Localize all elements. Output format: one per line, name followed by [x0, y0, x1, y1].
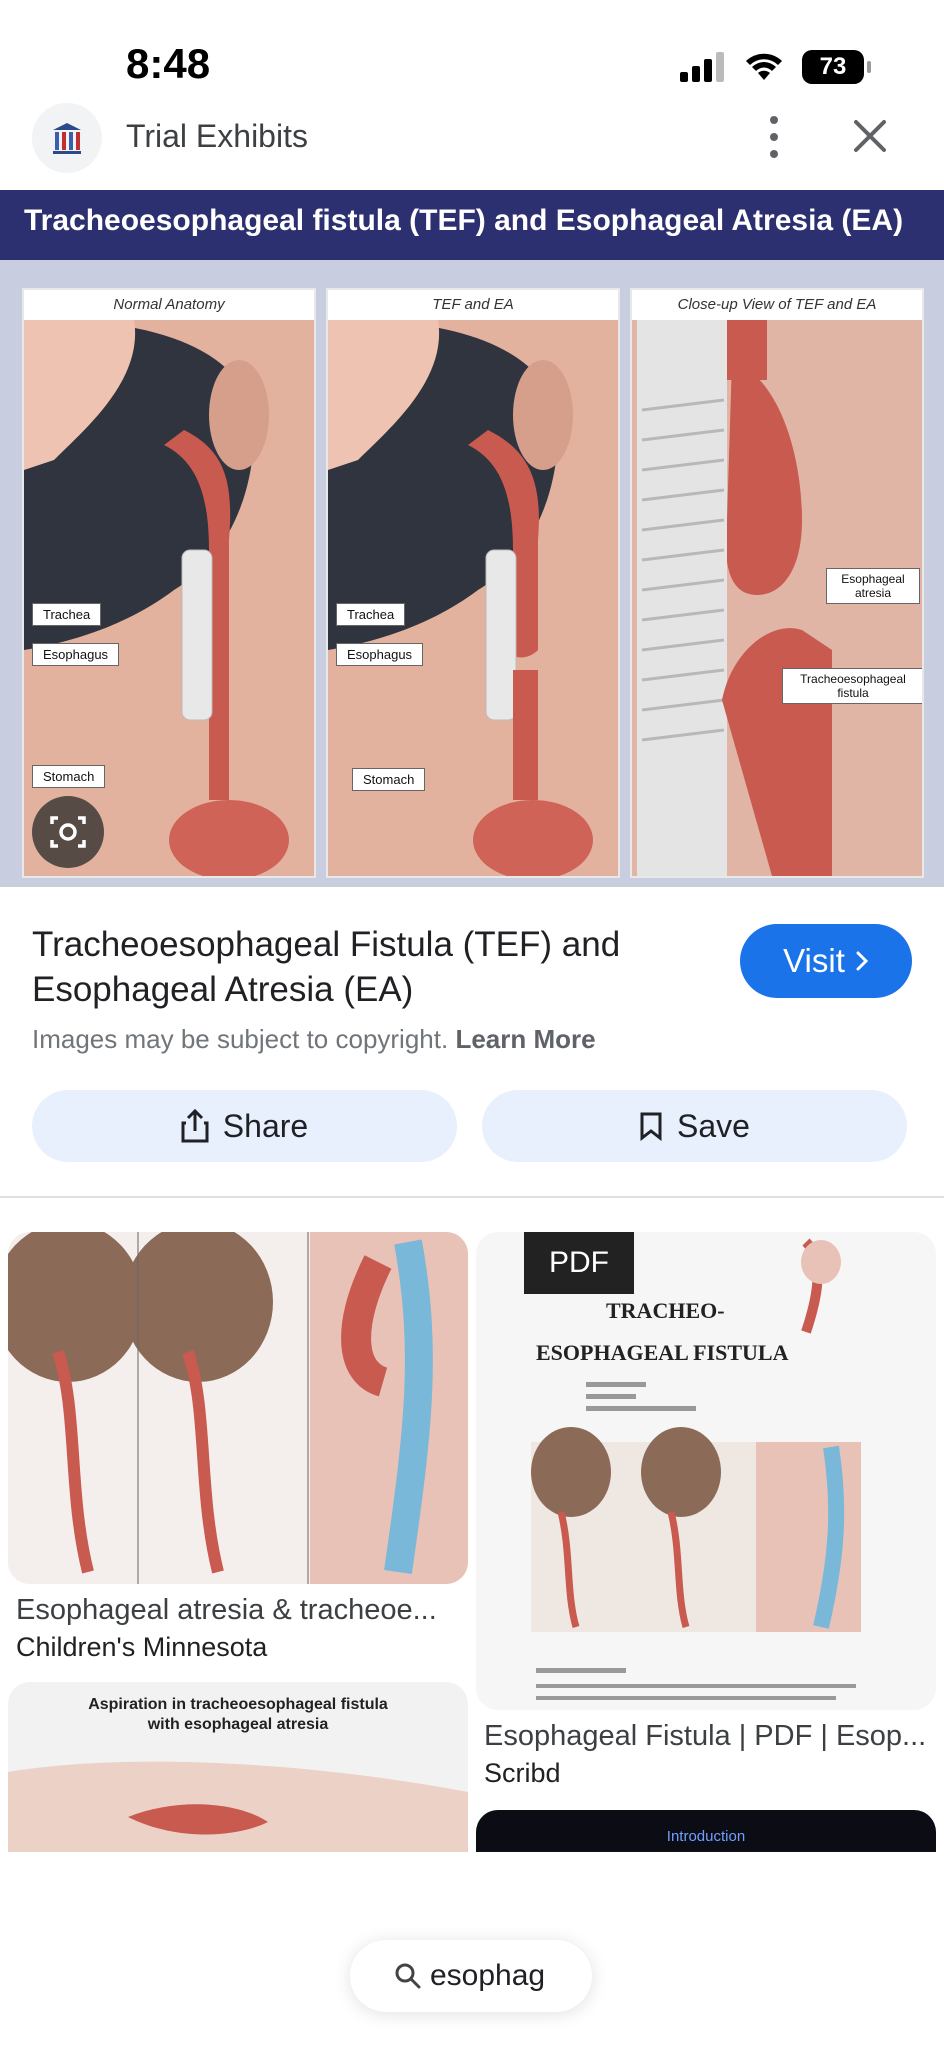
bookmark-icon: [640, 1112, 662, 1141]
related-image-3[interactable]: Aspiration in tracheoesophageal fistula …: [8, 1682, 468, 1852]
label-trachea: Trachea: [32, 603, 102, 626]
related-image-2[interactable]: PDF TRACHEO- ESOPHAGEAL FISTULA: [476, 1232, 936, 1710]
chevron-right-icon: [856, 951, 868, 971]
divider: [0, 1196, 944, 1198]
image-caption: Introduction: [666, 1828, 746, 1845]
battery-indicator: 73: [802, 50, 871, 84]
related-source-1: Children's Minnesota: [16, 1632, 268, 1662]
panel-heading: Close-up View of TEF and EA: [632, 290, 922, 320]
hero-banner: Tracheoesophageal fistula (TEF) and Esop…: [0, 190, 944, 260]
lens-search-icon[interactable]: [32, 796, 104, 868]
save-button[interactable]: Save: [482, 1090, 907, 1162]
site-logo-icon: [32, 103, 102, 173]
copyright-notice: Images may be subject to copyright. Lear…: [32, 1024, 596, 1055]
visit-button[interactable]: Visit: [740, 924, 912, 998]
panel-heading: TEF and EA: [328, 290, 618, 320]
related-image-1[interactable]: [8, 1232, 468, 1584]
panel-normal-anatomy: Normal Anatomy Trachea Esophagus Stomach: [22, 288, 316, 878]
result-title[interactable]: Tracheoesophageal Fistula (TEF) and Esop…: [32, 922, 692, 1012]
share-icon: [181, 1109, 209, 1143]
related-source-2: Scribd: [484, 1758, 561, 1788]
panel-closeup: Close-up View of TEF and EA Esophageal a…: [630, 288, 924, 878]
label-stomach: Stomach: [32, 765, 106, 788]
image-caption-line1: Aspiration in tracheoesophageal fistula: [88, 1696, 388, 1713]
status-icons: 73: [680, 50, 871, 84]
search-pill[interactable]: esophag: [350, 1940, 592, 2012]
related-image-4[interactable]: Introduction: [476, 1810, 936, 1852]
share-button[interactable]: Share: [32, 1090, 457, 1162]
share-label: Share: [222, 1107, 309, 1144]
label-tracheoesophageal-fistula: Tracheoesophageal fistula: [782, 668, 922, 704]
wifi-icon: [746, 53, 782, 80]
label-esophagus: Esophagus: [32, 643, 120, 666]
visit-label: Visit: [783, 942, 845, 979]
search-icon: [395, 1963, 421, 1989]
label-esophagus: Esophagus: [336, 643, 424, 666]
related-title-1[interactable]: Esophageal atresia & tracheoe...: [16, 1594, 466, 1627]
more-options-icon[interactable]: [760, 112, 788, 162]
label-esophageal-atresia: Esophageal atresia: [826, 568, 920, 604]
learn-more-link[interactable]: Learn More: [455, 1024, 595, 1054]
label-stomach: Stomach: [352, 768, 426, 791]
panel-heading: Normal Anatomy: [24, 290, 314, 320]
site-title: Trial Exhibits: [126, 118, 308, 154]
search-query: esophag: [430, 1959, 546, 1992]
status-time: 8:48: [126, 40, 211, 87]
copyright-text: Images may be subject to copyright.: [32, 1024, 449, 1054]
hero-image[interactable]: Tracheoesophageal fistula (TEF) and Esop…: [0, 190, 944, 887]
label-trachea: Trachea: [336, 603, 406, 626]
signal-icon: [680, 52, 724, 82]
hero-banner-title: Tracheoesophageal fistula (TEF) and Esop…: [24, 204, 904, 237]
panel-tef-ea: TEF and EA Trachea Esophagus Stomach: [326, 288, 620, 878]
image-caption-line2: with esophageal atresia: [147, 1716, 329, 1733]
save-label: Save: [677, 1107, 750, 1144]
close-icon[interactable]: [852, 118, 888, 154]
related-title-2[interactable]: Esophageal Fistula | PDF | Esop...: [484, 1720, 934, 1753]
